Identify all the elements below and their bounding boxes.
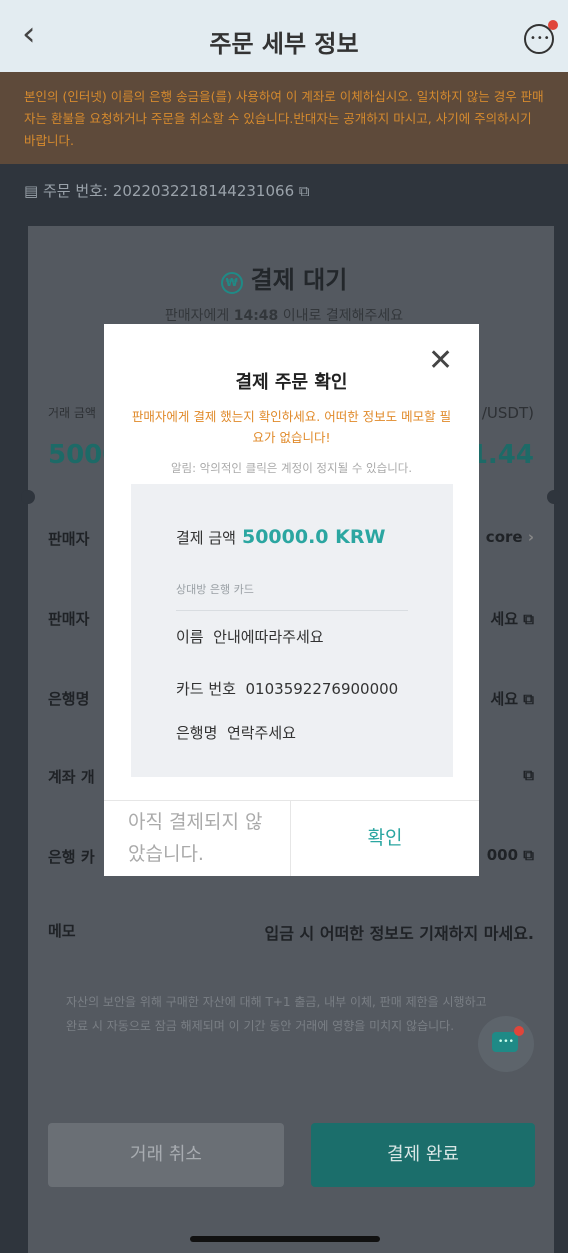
price-value: 1.44	[469, 440, 534, 470]
dialog-title: 결제 주문 확인	[235, 372, 348, 393]
card-number: 카드 번호 0103592276900000	[176, 680, 399, 698]
cancel-trade-button[interactable]: 거래 취소	[48, 1123, 284, 1187]
confirm-button[interactable]: 확인	[291, 800, 479, 876]
payment-status: ₩ 결제 대기	[0, 260, 568, 295]
dialog-warning: 판매자에게 결제 했는지 확인하세요. 어떠한 정보도 메모할 필요가 없습니다…	[131, 409, 452, 445]
copy-icon[interactable]: ⧉	[523, 766, 534, 784]
home-indicator	[190, 1236, 380, 1242]
warning-banner: 본인의 (인터넷) 이름의 은행 송금을(를) 사용하여 이 계좌로 이체하십시…	[0, 72, 568, 164]
chevron-right-icon: ›	[527, 528, 534, 546]
memo-value: 입금 시 어떠한 정보도 기재하지 마세요.	[264, 924, 534, 943]
seller-name-value[interactable]: 세요 ⧉	[490, 608, 534, 629]
price-unit: /USDT)	[481, 404, 534, 422]
security-note: 자산의 보안을 위해 구매한 자산에 대해 T+1 출금, 내부 이체, 판매 …	[66, 995, 487, 1033]
bank-card-value[interactable]: 000 ⧉	[487, 846, 534, 864]
close-icon[interactable]: ✕	[428, 343, 453, 379]
seller-value[interactable]: core ›	[486, 528, 534, 546]
not-yet-paid-button[interactable]: 아직 결제되지 않았습니다.	[128, 806, 278, 870]
copy-icon: ⧉	[523, 610, 534, 628]
memo-label: 메모	[48, 922, 76, 940]
currency-icon: ₩	[220, 272, 243, 294]
bank-label: 은행명	[48, 690, 90, 708]
notification-dot	[548, 20, 558, 30]
holder-name: 이름 안내에따라주세요	[176, 628, 324, 646]
card-notch-right	[547, 490, 561, 504]
seller-label: 판매자	[48, 530, 90, 548]
payment-amount: 결제 금액 50000.0 KRW	[176, 526, 386, 548]
trade-amount-label: 거래 금액	[48, 406, 96, 420]
copy-icon[interactable]: ⧉	[299, 182, 310, 200]
copy-icon: ⧉	[523, 846, 534, 864]
page-title: 주문 세부 정보	[209, 30, 359, 58]
dialog-hint: 알림: 악의적인 클릭은 계정이 정지될 수 있습니다.	[170, 461, 413, 475]
payment-complete-button[interactable]: 결제 완료	[311, 1123, 535, 1187]
chat-icon: •••	[492, 1032, 518, 1052]
bank-value[interactable]: 세요 ⧉	[490, 688, 534, 709]
seller-name-label: 판매자	[48, 610, 90, 628]
payment-deadline: 판매자에게 14:48 이내로 결제해주세요	[164, 308, 404, 324]
counterparty-card-label: 상대방 은행 카드	[176, 583, 254, 596]
account-label: 계좌 개	[48, 768, 95, 786]
divider	[176, 610, 408, 611]
order-number: ▤ 주문 번호: 20220322181442310​66 ⧉	[24, 182, 310, 200]
card-notch-left	[21, 490, 35, 504]
notification-dot	[514, 1026, 524, 1036]
bank-name: 은행명 연락주세요	[176, 724, 296, 742]
copy-icon: ⧉	[523, 690, 534, 708]
bank-card-label: 은행 카	[48, 848, 95, 866]
chat-bubble-icon[interactable]: •••	[524, 20, 558, 54]
document-icon: ▤	[24, 182, 39, 200]
chat-fab[interactable]: •••	[478, 1016, 534, 1072]
